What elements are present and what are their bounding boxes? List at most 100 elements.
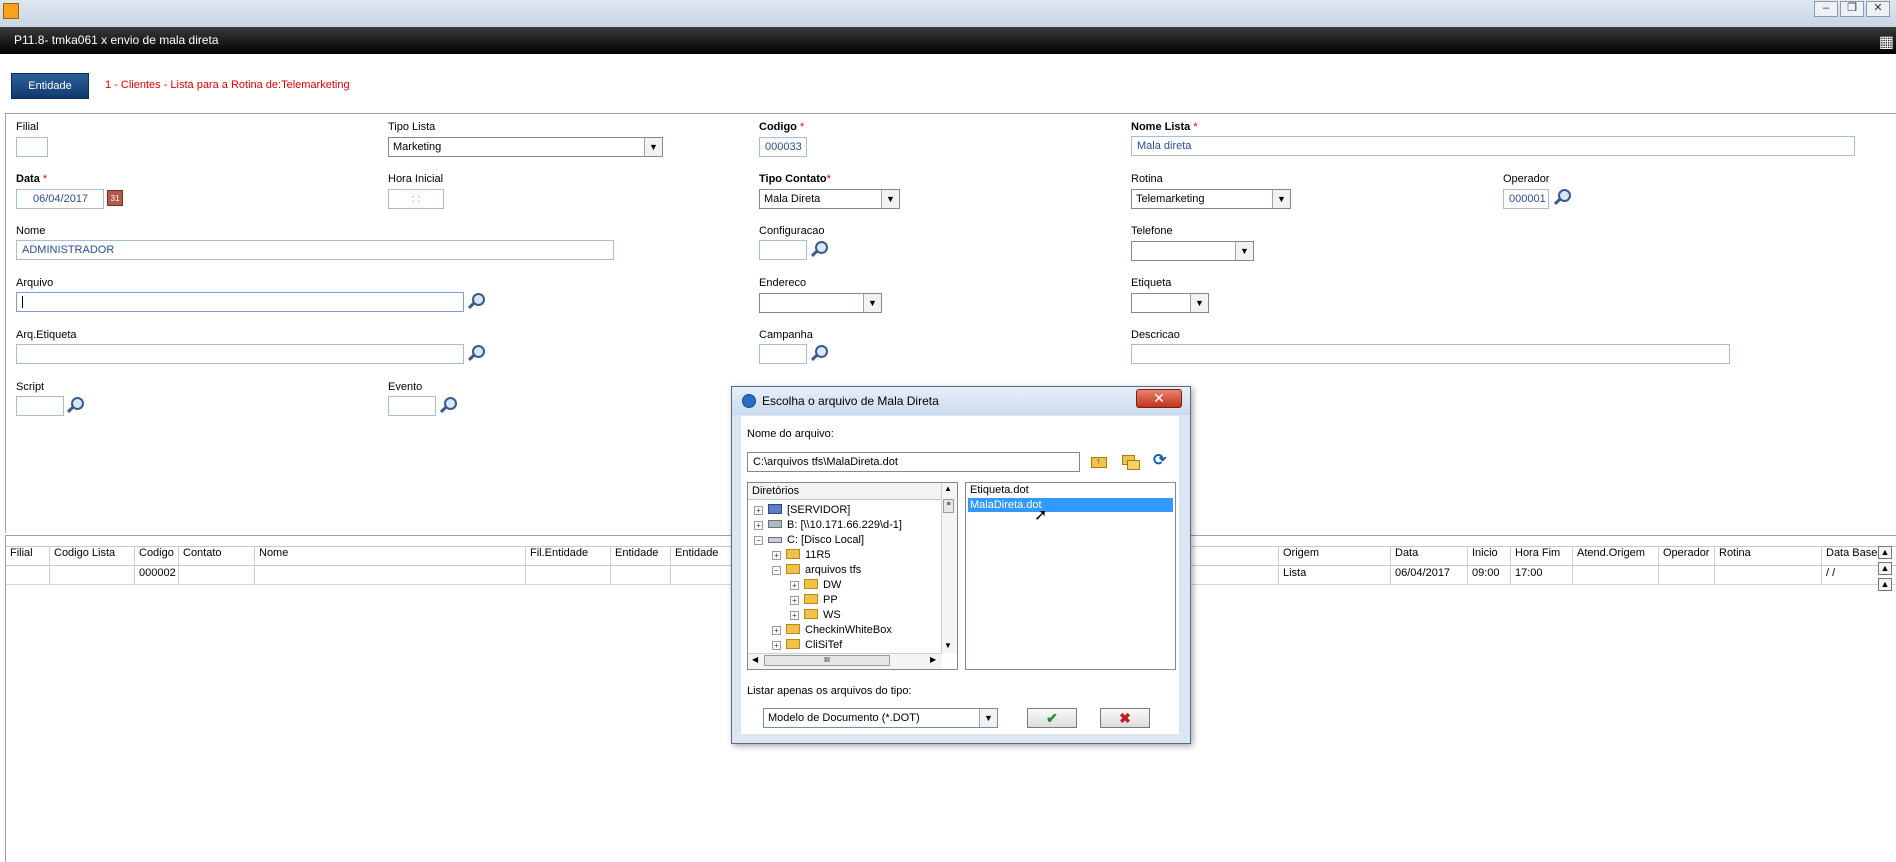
column-separator [1390,547,1391,585]
descricao-field[interactable] [1131,344,1730,364]
evento-field[interactable] [388,396,436,416]
tree-item-drive-c[interactable]: − C: [Disco Local] [754,534,864,548]
column-header[interactable]: Inicio [1472,547,1498,565]
calendar-icon[interactable]: 31 [107,190,123,206]
endereco-select[interactable]: ▼ [759,293,882,313]
tree-item-pp[interactable]: + PP [790,594,838,608]
tree-item-ws[interactable]: + WS [790,609,841,623]
column-separator [1278,547,1279,585]
column-header[interactable]: Rotina [1719,547,1751,565]
chevron-down-icon[interactable]: ▼ [881,190,899,208]
operador-field[interactable]: 000001 [1503,189,1549,209]
configuracao-field[interactable] [759,240,807,260]
column-header[interactable]: Data [1395,547,1418,565]
arquivo-search-icon[interactable] [467,292,486,310]
tree-hscrollbar[interactable]: ◀ III ▶ [748,653,942,669]
script-field[interactable] [16,396,64,416]
filetype-select[interactable]: Modelo de Documento (*.DOT) ▼ [763,708,998,728]
filename-input[interactable]: C:\arquivos tfs\MalaDireta.dot [747,452,1080,472]
column-header[interactable]: Contato [183,547,222,565]
cancel-button[interactable]: ✖ [1100,708,1150,728]
chevron-down-icon[interactable]: ▼ [1190,294,1208,312]
app-icon[interactable] [3,3,19,19]
tipo-lista-select[interactable]: Marketing ▼ [388,137,663,157]
chevron-down-icon[interactable]: ▼ [1235,242,1253,260]
column-header[interactable]: Nome [259,547,288,565]
tree-item-11r5[interactable]: +11R5 [772,549,830,563]
restore-button[interactable]: ❐ [1840,1,1864,17]
tree-item-servidor[interactable]: + [SERVIDOR] [754,504,850,518]
table-cell[interactable]: 06/04/2017 [1395,567,1450,584]
column-header[interactable]: Codigo Lista [54,547,115,565]
tipo-contato-select[interactable]: Mala Direta ▼ [759,189,900,209]
script-search-icon[interactable] [66,396,85,414]
column-header[interactable]: Data Base [1826,547,1877,565]
telefone-select[interactable]: ▼ [1131,241,1254,261]
etiqueta-select[interactable]: ▼ [1131,293,1209,313]
arq-etiqueta-search-icon[interactable] [467,344,486,362]
column-header[interactable]: Atend.Origem [1577,547,1645,565]
tree-item-arquivos-tfs[interactable]: − arquivos tfs [772,564,861,578]
entidade-button[interactable]: Entidade [11,73,89,99]
table-cell[interactable]: 17:00 [1515,567,1543,584]
tree-vscrollbar[interactable]: ▲ ≡ ▼ [941,483,957,653]
column-separator [49,547,50,585]
configuracao-search-icon[interactable] [810,240,829,258]
column-header[interactable]: Entidade [615,547,658,565]
rotina-select[interactable]: Telemarketing ▼ [1131,189,1291,209]
column-header[interactable]: Codigo [139,547,174,565]
file-item-maladireta[interactable]: MalaDireta.dot [968,498,1173,512]
endereco-label: Endereco [759,277,807,289]
table-cell[interactable]: 09:00 [1472,567,1500,584]
arq-etiqueta-field[interactable] [16,344,464,364]
campanha-field[interactable] [759,344,807,364]
minimize-button[interactable]: ‒ [1814,1,1838,17]
confirm-button[interactable]: ✔ [1027,708,1077,728]
operador-search-icon[interactable] [1553,188,1572,206]
nome-lista-field[interactable]: Mala direta [1131,136,1855,156]
rotina-value: Telemarketing [1136,193,1205,205]
tree-item-checkinwhitebox[interactable]: + CheckinWhiteBox [772,624,892,638]
chevron-down-icon[interactable]: ▼ [1272,190,1290,208]
nome-field[interactable]: ADMINISTRADOR [16,240,614,260]
scroll-up-button[interactable]: ▲ [1878,578,1892,591]
scroll-page-up-button[interactable]: ▲ [1878,562,1892,575]
refresh-icon[interactable]: ⟳ [1153,452,1171,470]
arq-etiqueta-label: Arq.Etiqueta [16,329,77,341]
tree-item-clisitef[interactable]: + CliSiTef [772,639,842,653]
new-folder-icon[interactable] [1122,453,1140,471]
table-cell[interactable]: / / [1826,567,1835,584]
chevron-down-icon[interactable]: ▼ [979,709,997,727]
grid-menu-icon[interactable]: ▦ [1879,32,1894,52]
dialog-close-button[interactable]: ✕ [1136,389,1182,408]
form-left-border [5,113,6,533]
scroll-top-button[interactable]: ▲ [1878,546,1892,559]
column-header[interactable]: Origem [1283,547,1319,565]
directories-tree[interactable]: Diretórios ▲ ≡ ▼ ◀ III ▶ + [SERVIDOR] + B:… [747,482,958,670]
column-header[interactable]: Entidade [675,547,718,565]
script-label: Script [16,381,45,393]
tipo-lista-label: Tipo Lista [388,121,436,133]
column-header[interactable]: Hora Fim [1515,547,1560,565]
chevron-down-icon[interactable]: ▼ [863,294,881,312]
hora-inicial-field[interactable]: : : [388,189,444,209]
parent-folder-icon[interactable]: ↑ [1090,453,1108,471]
filial-field[interactable] [16,137,48,157]
close-button[interactable]: ✕ [1866,1,1890,17]
chevron-down-icon[interactable]: ▼ [644,138,662,156]
column-header[interactable]: Filial [10,547,33,565]
window-title-bar: P11.8- tmka061 x envio de mala direta ▦ [0,27,1896,54]
data-field[interactable]: 06/04/2017 [16,189,104,209]
file-item-etiqueta[interactable]: Etiqueta.dot [970,484,1029,496]
codigo-field[interactable]: 000033 [759,137,807,157]
table-cell[interactable]: 000002 [139,567,176,584]
table-cell[interactable]: Lista [1283,567,1306,584]
arquivo-field[interactable] [16,292,464,312]
column-header[interactable]: Fil.Entidade [530,547,588,565]
tree-item-dw[interactable]: + DW [790,579,841,593]
tree-item-drive-b[interactable]: + B: [\\10.171.66.229\d-1] [754,519,902,533]
column-header[interactable]: Operador [1663,547,1709,565]
campanha-search-icon[interactable] [810,344,829,362]
evento-search-icon[interactable] [439,396,458,414]
files-list[interactable]: Etiqueta.dot MalaDireta.dot ➚ [965,482,1176,670]
